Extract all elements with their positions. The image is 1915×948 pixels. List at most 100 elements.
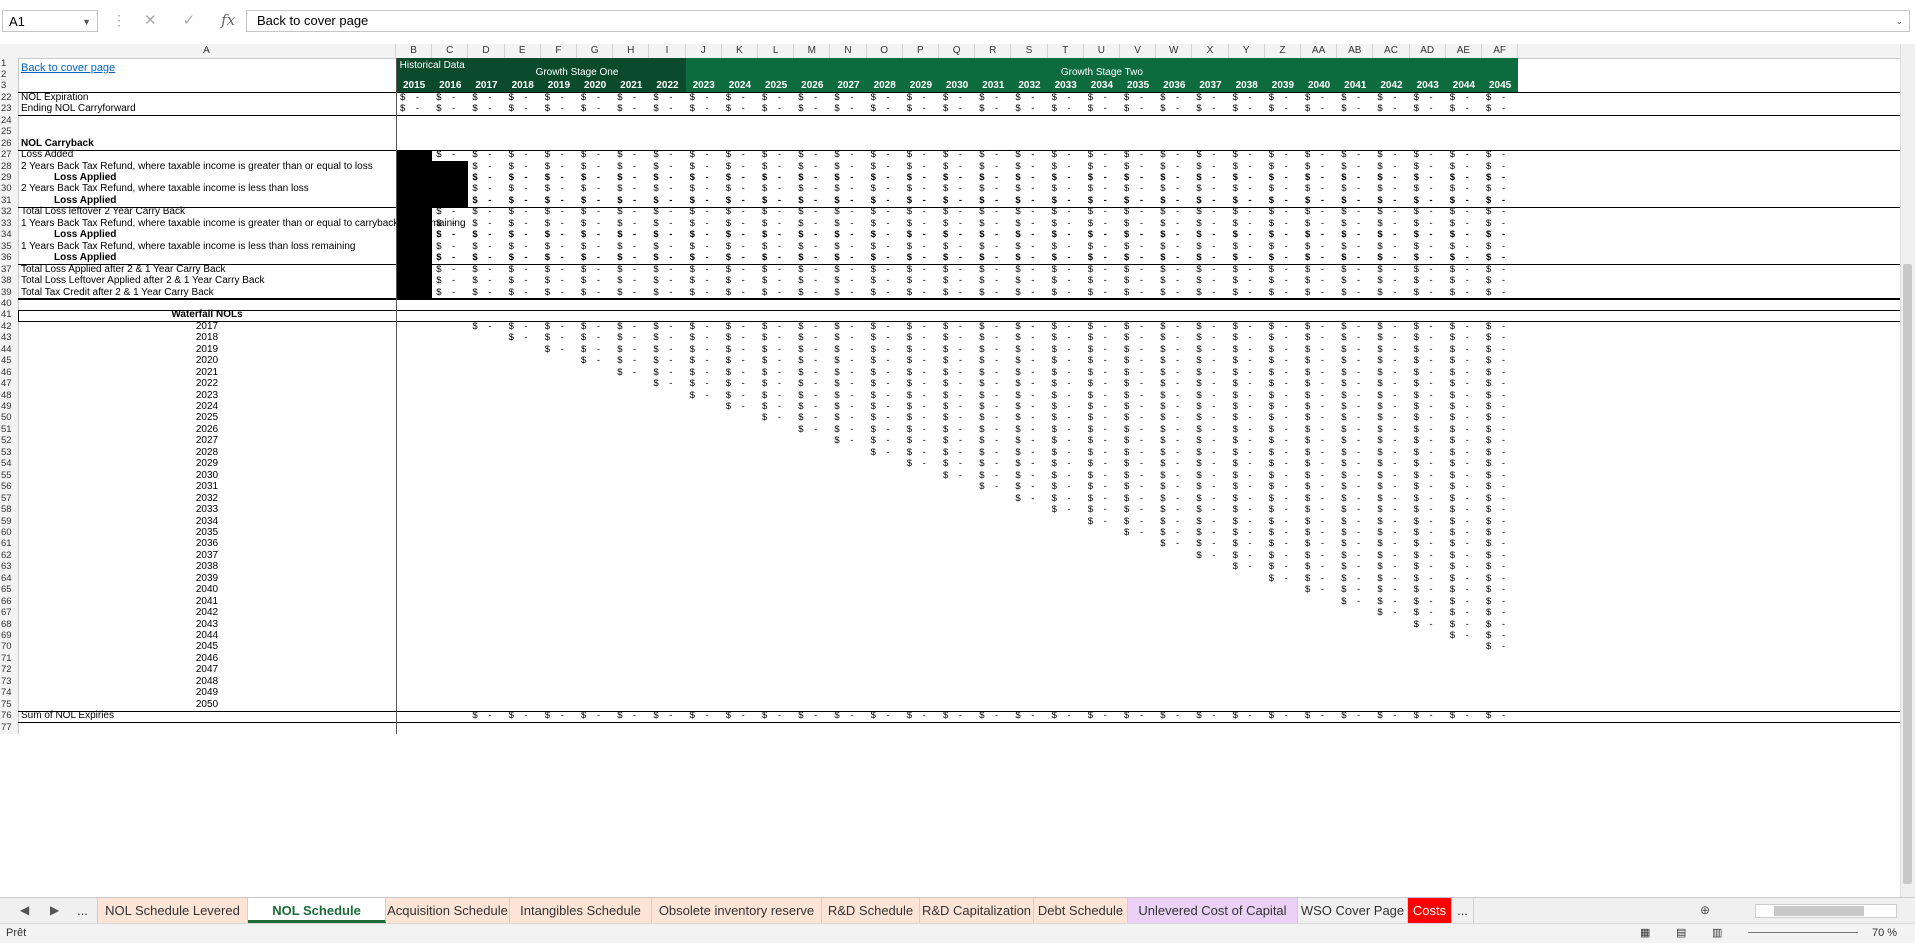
value-cell[interactable]: $ - (581, 102, 600, 116)
value-cell[interactable]: $ - (1052, 102, 1071, 116)
value-cell[interactable]: $ - (690, 286, 709, 300)
value-cell[interactable]: $ - (1196, 549, 1215, 563)
formula-input[interactable]: Back to cover page ⌄ (246, 10, 1910, 32)
value-cell[interactable]: $ - (1015, 492, 1034, 506)
tab-r-d-capitalization[interactable]: R&D Capitalization (920, 898, 1034, 923)
value-cell[interactable]: $ - (1196, 286, 1215, 300)
value-cell[interactable]: $ - (1233, 560, 1252, 574)
tab-intangibles-schedule[interactable]: Intangibles Schedule (510, 898, 652, 923)
value-cell[interactable]: $ - (726, 102, 745, 116)
column-header-AB[interactable]: AB (1337, 44, 1374, 58)
value-cell[interactable]: $ - (1160, 286, 1179, 300)
value-cell[interactable]: $ - (1341, 286, 1360, 300)
column-header-D[interactable]: D (468, 44, 505, 58)
value-cell[interactable]: $ - (653, 102, 672, 116)
zoom-level[interactable]: 70 % (1872, 927, 1897, 939)
tab-debt-schedule[interactable]: Debt Schedule (1034, 898, 1128, 923)
value-cell[interactable]: $ - (581, 354, 600, 368)
value-cell[interactable]: $ - (1414, 102, 1433, 116)
value-cell[interactable]: $ - (834, 434, 853, 448)
horizontal-scrollbar[interactable] (1755, 904, 1897, 918)
value-cell[interactable]: $ - (1088, 102, 1107, 116)
tab-r-d-schedule[interactable]: R&D Schedule (822, 898, 920, 923)
column-header-Z[interactable]: Z (1265, 44, 1301, 58)
value-cell[interactable]: $ - (1450, 286, 1469, 300)
column-header-AC[interactable]: AC (1373, 44, 1410, 58)
tab-nol-schedule-unlevered[interactable]: NOL Schedule Unlevered (248, 898, 386, 943)
value-cell[interactable]: $ - (1450, 629, 1469, 643)
value-cell[interactable]: $ - (979, 480, 998, 494)
tab-obsolete-inventory-reserve[interactable]: Obsolete inventory reserve (652, 898, 822, 923)
column-header-T[interactable]: T (1048, 44, 1084, 58)
zoom-slider[interactable] (1748, 932, 1858, 933)
value-cell[interactable]: $ - (1052, 286, 1071, 300)
column-header-W[interactable]: W (1156, 44, 1193, 58)
value-cell[interactable]: $ - (798, 286, 817, 300)
column-header-R[interactable]: R (975, 44, 1012, 58)
value-cell[interactable]: $ - (871, 286, 890, 300)
tab-more[interactable]: ... (68, 898, 98, 923)
value-cell[interactable]: $ - (1414, 618, 1433, 632)
value-cell[interactable]: $ - (726, 286, 745, 300)
value-cell[interactable]: $ - (1377, 102, 1396, 116)
value-cell[interactable]: $ - (798, 102, 817, 116)
value-cell[interactable]: $ - (690, 389, 709, 403)
value-cell[interactable]: $ - (653, 377, 672, 391)
value-cell[interactable]: $ - (1269, 102, 1288, 116)
value-cell[interactable]: $ - (943, 102, 962, 116)
value-cell[interactable]: $ - (1486, 640, 1505, 654)
column-header-O[interactable]: O (867, 44, 903, 58)
column-header-I[interactable]: I (649, 44, 686, 58)
value-cell[interactable]: $ - (400, 102, 419, 116)
column-header-V[interactable]: V (1120, 44, 1157, 58)
column-header-G[interactable]: G (577, 44, 614, 58)
column-header-AE[interactable]: AE (1446, 44, 1482, 58)
column-header-K[interactable]: K (722, 44, 758, 58)
spreadsheet-grid[interactable]: A B C D E F G H I J K L M N O P Q R S T U V W X Y Z AA AB AC AD AE AF 1… (0, 44, 1915, 897)
value-cell[interactable]: $ - (907, 457, 926, 471)
chevron-down-icon[interactable]: ▼ (82, 11, 91, 33)
value-cell[interactable]: $ - (545, 343, 564, 357)
column-header-AA[interactable]: AA (1301, 44, 1338, 58)
value-cell[interactable]: $ - (907, 286, 926, 300)
value-cell[interactable]: $ - (798, 423, 817, 437)
tab-unlevered-cost-of-capital[interactable]: Unlevered Cost of Capital (1128, 898, 1298, 923)
value-cell[interactable]: $ - (726, 400, 745, 414)
value-cell[interactable]: $ - (690, 102, 709, 116)
column-header-E[interactable]: E (505, 44, 541, 58)
value-cell[interactable]: $ - (1160, 102, 1179, 116)
add-sheet-icon[interactable]: ⊕ (1700, 898, 1710, 923)
value-cell[interactable]: $ - (834, 286, 853, 300)
value-cell[interactable]: $ - (1305, 286, 1324, 300)
value-cell[interactable]: $ - (1305, 583, 1324, 597)
column-header-X[interactable]: X (1192, 44, 1229, 58)
column-header-S[interactable]: S (1011, 44, 1048, 58)
value-cell[interactable]: $ - (1450, 102, 1469, 116)
value-cell[interactable]: $ - (907, 102, 926, 116)
value-cell[interactable]: $ - (436, 102, 455, 116)
page-layout-icon[interactable]: ▤ (1676, 926, 1686, 939)
value-cell[interactable]: $ - (1486, 102, 1505, 116)
value-cell[interactable]: $ - (1305, 102, 1324, 116)
value-cell[interactable]: $ - (1341, 102, 1360, 116)
value-cell[interactable]: $ - (1160, 537, 1179, 551)
value-cell[interactable]: $ - (617, 286, 636, 300)
value-cell[interactable]: $ - (509, 102, 528, 116)
value-cell[interactable]: $ - (834, 102, 853, 116)
value-cell[interactable]: $ - (545, 286, 564, 300)
value-cell[interactable]: $ - (1377, 606, 1396, 620)
value-cell[interactable]: $ - (472, 286, 491, 300)
value-cell[interactable]: $ - (436, 286, 455, 300)
value-cell[interactable]: $ - (979, 102, 998, 116)
value-cell[interactable]: $ - (1052, 503, 1071, 517)
chevron-down-icon[interactable]: ⌄ (1895, 11, 1903, 31)
column-header-N[interactable]: N (830, 44, 867, 58)
column-header-J[interactable]: J (686, 44, 722, 58)
column-header-U[interactable]: U (1084, 44, 1120, 58)
value-cell[interactable]: $ - (1015, 102, 1034, 116)
column-header-L[interactable]: L (758, 44, 795, 58)
column-header-M[interactable]: M (794, 44, 831, 58)
cancel-icon[interactable]: ✕ (144, 12, 157, 29)
value-cell[interactable]: $ - (979, 286, 998, 300)
value-cell[interactable]: $ - (871, 102, 890, 116)
